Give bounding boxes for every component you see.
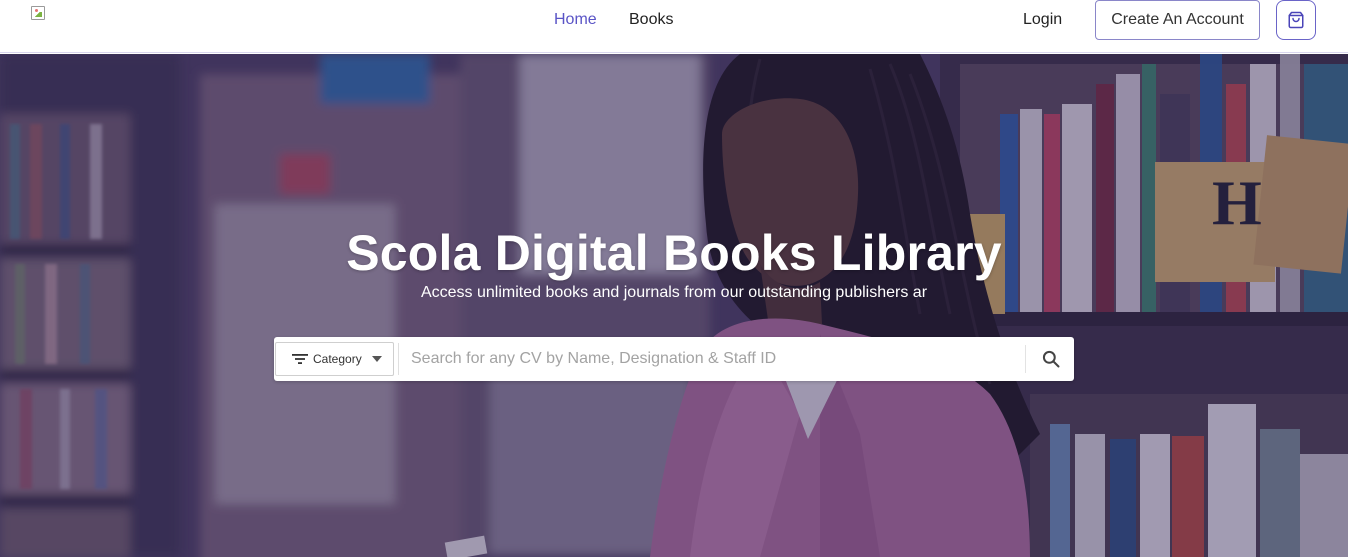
filter-icon <box>292 354 308 364</box>
create-account-button[interactable]: Create An Account <box>1095 0 1260 40</box>
caret-down-icon <box>371 356 382 362</box>
cart-button[interactable] <box>1276 0 1316 40</box>
shopping-bag-icon <box>1288 11 1304 29</box>
login-link[interactable]: Login <box>1023 10 1062 30</box>
search-icon <box>1042 350 1060 368</box>
hero-subtitle: Access unlimited books and journals from… <box>420 284 928 301</box>
nav-link-books[interactable]: Books <box>629 10 673 30</box>
top-navbar: Home Books Login Create An Account <box>0 0 1348 53</box>
category-label: Category <box>313 352 362 366</box>
logo-image[interactable] <box>31 6 49 22</box>
search-button[interactable] <box>1034 345 1068 373</box>
nav-link-home[interactable]: Home <box>554 10 597 30</box>
search-input[interactable] <box>398 343 1024 375</box>
broken-image-icon <box>31 6 45 20</box>
category-dropdown[interactable]: Category <box>275 342 394 376</box>
search-divider <box>1025 345 1026 373</box>
hero-overlay <box>0 54 1348 557</box>
hero-banner: H Scola Digital Books Library Access unl… <box>0 54 1348 557</box>
hero-title: Scola Digital Books Library <box>346 225 1002 281</box>
search-bar: Category <box>274 337 1074 381</box>
